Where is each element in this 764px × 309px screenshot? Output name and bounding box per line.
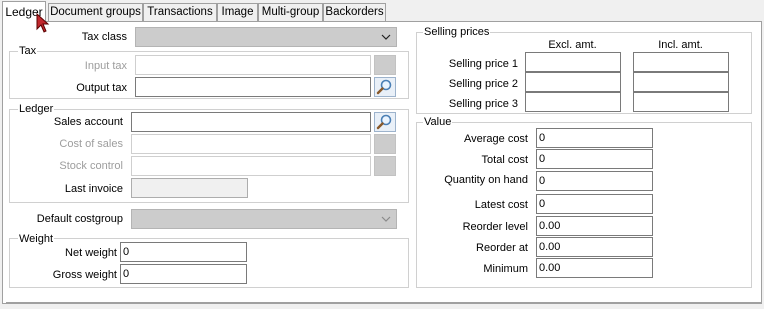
sales-account-find-button[interactable] [374,112,396,132]
input-tax-label: Input tax [84,60,127,72]
reorder-level-field[interactable]: 0.00 [536,216,653,236]
chevron-down-icon [381,34,391,40]
gross-weight-label: Gross weight [52,269,117,281]
tab-transactions[interactable]: Transactions [143,3,217,22]
tax-class-select[interactable] [135,27,397,47]
selling-price-2-excl-field[interactable] [525,72,621,92]
sales-account-field[interactable] [131,112,371,132]
excl-amt-header: Excl. amt. [548,39,597,51]
weight-group-title: Weight [18,233,55,245]
tax-class-label: Tax class [81,31,127,43]
tab-backorders[interactable]: Backorders [323,3,386,22]
minimum-label: Minimum [483,263,528,275]
minimum-field[interactable]: 0.00 [536,258,653,278]
magnifier-icon [376,114,392,130]
mouse-pointer-icon [36,13,50,33]
output-tax-label: Output tax [76,82,127,94]
average-cost-field[interactable]: 0 [536,128,653,148]
input-tax-find-button[interactable] [374,55,396,75]
latest-cost-field[interactable]: 0 [536,194,653,214]
quantity-on-hand-label: Quantity on hand [444,174,528,186]
net-weight-label: Net weight [65,247,117,259]
reorder-level-label: Reorder level [462,221,528,233]
cost-of-sales-label: Cost of sales [59,138,123,150]
total-cost-field[interactable]: 0 [536,149,653,169]
reorder-at-label: Reorder at [476,242,528,254]
bottom-divider [6,302,762,303]
output-tax-find-button[interactable] [374,77,396,97]
selling-prices-title: Selling prices [423,26,491,38]
tab-document-groups[interactable]: Document groups [48,3,143,22]
net-weight-field[interactable]: 0 [120,242,247,262]
selling-price-3-excl-field[interactable] [525,92,621,112]
value-group-title: Value [423,116,453,128]
total-cost-label: Total cost [481,154,528,166]
selling-price-3-label: Selling price 3 [448,98,518,110]
last-invoice-label: Last invoice [64,183,123,195]
ledger-group-title: Ledger [18,103,55,115]
tab-image[interactable]: Image [217,3,258,22]
output-tax-field[interactable] [135,77,371,97]
cost-of-sales-find-button[interactable] [374,134,396,154]
quantity-on-hand-field[interactable]: 0 [536,171,653,191]
selling-price-1-incl-field[interactable] [633,52,729,72]
tab-multi-group[interactable]: Multi-group [258,3,323,22]
chevron-down-icon [381,216,391,222]
stock-control-label: Stock control [59,160,123,172]
selling-price-3-incl-field[interactable] [633,92,729,112]
cost-of-sales-field[interactable] [131,134,371,154]
selling-price-2-label: Selling price 2 [448,78,518,90]
incl-amt-header: Incl. amt. [658,39,703,51]
stock-control-find-button[interactable] [374,156,396,176]
input-tax-field[interactable] [135,55,371,75]
tax-group-title: Tax [18,45,38,57]
default-costgroup-select[interactable] [131,209,397,229]
average-cost-label: Average cost [463,133,528,145]
latest-cost-label: Latest cost [474,199,528,211]
gross-weight-field[interactable]: 0 [120,264,247,284]
last-invoice-field [131,178,248,198]
sales-account-label: Sales account [53,116,123,128]
selling-price-1-label: Selling price 1 [448,58,518,70]
default-costgroup-label: Default costgroup [36,213,123,225]
stock-control-field[interactable] [131,156,371,176]
magnifier-icon [376,79,392,95]
reorder-at-field[interactable]: 0.00 [536,237,653,257]
selling-price-2-incl-field[interactable] [633,72,729,92]
selling-price-1-excl-field[interactable] [525,52,621,72]
